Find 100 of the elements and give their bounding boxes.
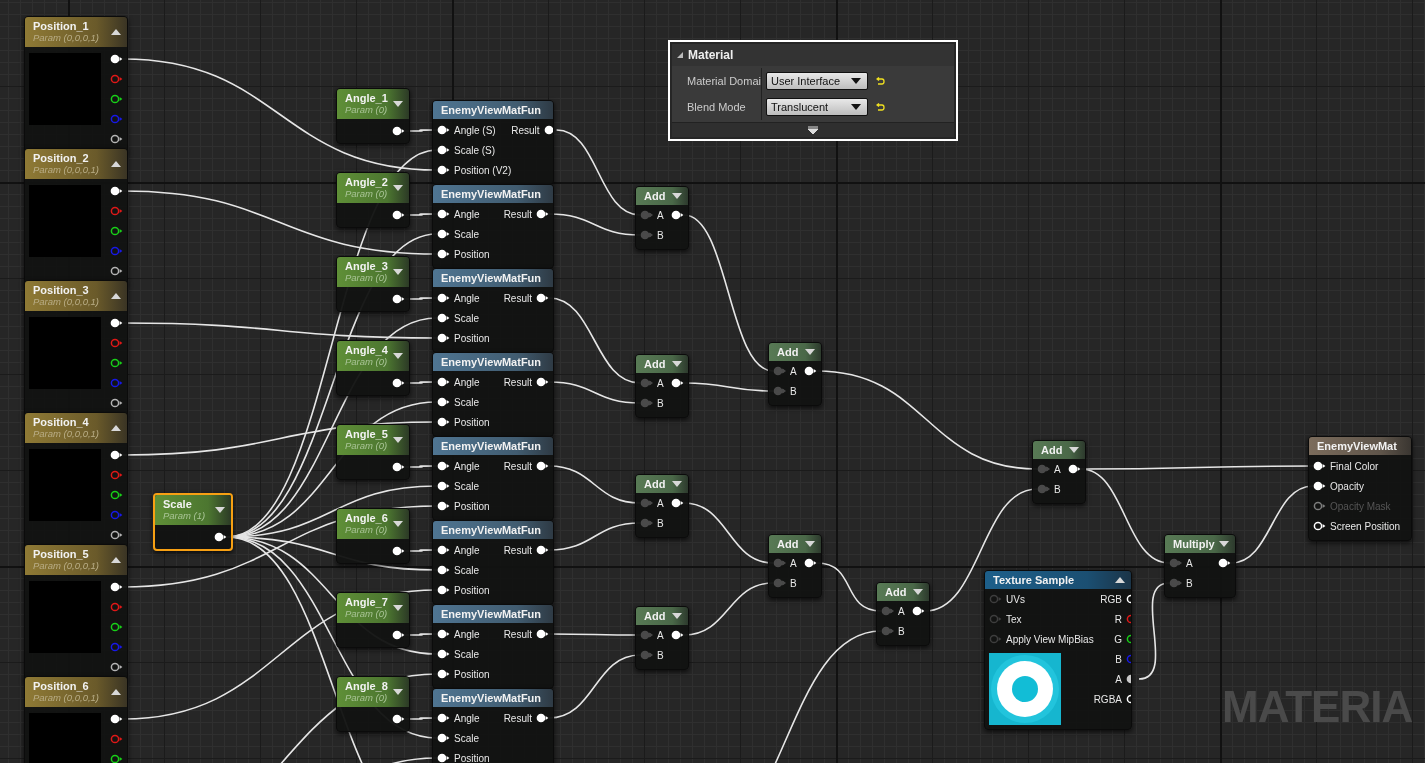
dropdown-arrow-icon[interactable] (393, 268, 403, 276)
dropdown-arrow-icon[interactable] (672, 360, 682, 368)
collapse-arrow-icon[interactable] (111, 556, 121, 564)
dropdown-arrow-icon[interactable] (393, 184, 403, 192)
pin-icon[interactable] (671, 210, 684, 220)
math-node[interactable]: Add A B (768, 342, 822, 406)
pin-icon[interactable] (912, 606, 925, 616)
pin-icon[interactable] (110, 94, 123, 104)
pin-icon[interactable] (437, 249, 450, 259)
pin-icon[interactable] (437, 481, 450, 491)
dropdown-arrow-icon[interactable] (393, 520, 403, 528)
pin-icon[interactable] (110, 582, 123, 592)
function-call-node[interactable]: EnemyViewMatFun Angle Scale Position Result (432, 184, 554, 269)
scalar-parameter-node[interactable]: Angle_7 Param (0) (336, 592, 410, 648)
pin-icon[interactable] (437, 377, 450, 387)
pin-icon[interactable] (1313, 521, 1326, 531)
dropdown-arrow-icon[interactable] (805, 540, 815, 548)
pin-icon[interactable] (214, 532, 227, 542)
function-call-node[interactable]: EnemyViewMatFun Angle Scale Position Result (432, 352, 554, 437)
pin-icon[interactable] (110, 754, 123, 763)
pin-icon[interactable] (110, 134, 123, 144)
function-call-node[interactable]: EnemyViewMatFun Angle Scale Position Result (432, 520, 554, 605)
dropdown-arrow-icon[interactable] (1069, 446, 1079, 454)
scalar-parameter-node[interactable]: Scale Param (1) (153, 493, 233, 551)
dropdown-arrow-icon[interactable] (672, 480, 682, 488)
dropdown-arrow-icon[interactable] (672, 192, 682, 200)
reset-arrow-icon[interactable] (876, 102, 885, 112)
pin-icon[interactable] (110, 266, 123, 276)
function-call-node[interactable]: EnemyViewMatFun Angle (S) Scale (S) Position (V2) Result (432, 100, 554, 185)
pin-icon[interactable] (804, 366, 817, 376)
dropdown-arrow-icon[interactable] (805, 348, 815, 356)
dropdown-arrow-icon[interactable] (393, 436, 403, 444)
pin-icon[interactable] (437, 733, 450, 743)
scalar-parameter-node[interactable]: Angle_4 Param (0) (336, 340, 410, 396)
pin-icon[interactable] (437, 333, 450, 343)
dropdown-arrow-icon[interactable] (215, 506, 225, 514)
pin-icon[interactable] (437, 209, 450, 219)
math-node[interactable]: Add A B (876, 582, 930, 646)
pin-icon[interactable] (536, 629, 549, 639)
pin-icon[interactable] (437, 229, 450, 239)
pin-icon[interactable] (1068, 464, 1081, 474)
texture-sample-node[interactable]: Texture Sample UVs Tex Apply View MipBias RGB R G B A RGBA (984, 570, 1132, 730)
function-call-node[interactable]: EnemyViewMatFun Angle Scale Position Result (432, 604, 554, 689)
pin-icon[interactable] (110, 186, 123, 196)
pin-icon[interactable] (437, 753, 450, 763)
collapse-arrow-icon[interactable] (1115, 576, 1125, 584)
pin-icon[interactable] (392, 210, 405, 220)
pin-icon[interactable] (110, 358, 123, 368)
pin-icon[interactable] (536, 293, 549, 303)
pin-icon[interactable] (1218, 558, 1231, 568)
dropdown-arrow-icon[interactable] (393, 100, 403, 108)
pin-icon[interactable] (1313, 481, 1326, 491)
function-call-node[interactable]: EnemyViewMatFun Angle Scale Position Result (432, 436, 554, 521)
scalar-parameter-node[interactable]: Angle_1 Param (0) (336, 88, 410, 144)
pin-icon[interactable] (437, 397, 450, 407)
math-node[interactable]: Add A B (1032, 440, 1086, 504)
expand-arrows-icon[interactable] (807, 125, 819, 135)
pin-icon[interactable] (671, 630, 684, 640)
pin-icon[interactable] (437, 713, 450, 723)
scalar-parameter-node[interactable]: Angle_2 Param (0) (336, 172, 410, 228)
pin-icon[interactable] (536, 209, 549, 219)
pin-icon[interactable] (110, 662, 123, 672)
collapse-arrow-icon[interactable] (111, 688, 121, 696)
reset-arrow-icon[interactable] (876, 76, 885, 86)
pin-icon[interactable] (437, 649, 450, 659)
math-node[interactable]: Multiply A B (1164, 534, 1236, 598)
pin-icon[interactable] (110, 714, 123, 724)
math-node[interactable]: Add A B (635, 606, 689, 670)
pin-icon[interactable] (437, 629, 450, 639)
math-node[interactable]: Add A B (768, 534, 822, 598)
pin-icon[interactable] (437, 461, 450, 471)
pin-icon[interactable] (437, 501, 450, 511)
pin-icon[interactable] (437, 585, 450, 595)
pin-icon[interactable] (536, 713, 549, 723)
pin-icon[interactable] (437, 313, 450, 323)
vector-parameter-node[interactable]: Position_6 Param (0,0,0,1) (24, 676, 128, 763)
pin-icon[interactable] (110, 54, 123, 64)
dropdown-arrow-icon[interactable] (393, 604, 403, 612)
pin-icon[interactable] (671, 498, 684, 508)
pin-icon[interactable] (392, 630, 405, 640)
pin-icon[interactable] (671, 378, 684, 388)
pin-icon[interactable] (437, 293, 450, 303)
collapse-arrow-icon[interactable] (111, 292, 121, 300)
pin-icon[interactable] (392, 546, 405, 556)
pin-icon[interactable] (392, 126, 405, 136)
collapse-arrow-icon[interactable] (111, 424, 121, 432)
pin-icon[interactable] (437, 125, 450, 135)
pin-icon[interactable] (110, 490, 123, 500)
function-call-node[interactable]: EnemyViewMatFun Angle Scale Position Result (432, 688, 554, 763)
pin-icon[interactable] (110, 398, 123, 408)
dropdown-arrow-icon[interactable] (393, 688, 403, 696)
collapse-arrow-icon[interactable] (111, 160, 121, 168)
pin-icon[interactable] (392, 378, 405, 388)
pin-icon[interactable] (437, 545, 450, 555)
pin-icon[interactable] (437, 669, 450, 679)
pin-icon[interactable] (804, 558, 817, 568)
pin-icon[interactable] (536, 461, 549, 471)
math-node[interactable]: Add A B (635, 354, 689, 418)
pin-icon[interactable] (536, 545, 549, 555)
pin-icon[interactable] (437, 145, 450, 155)
